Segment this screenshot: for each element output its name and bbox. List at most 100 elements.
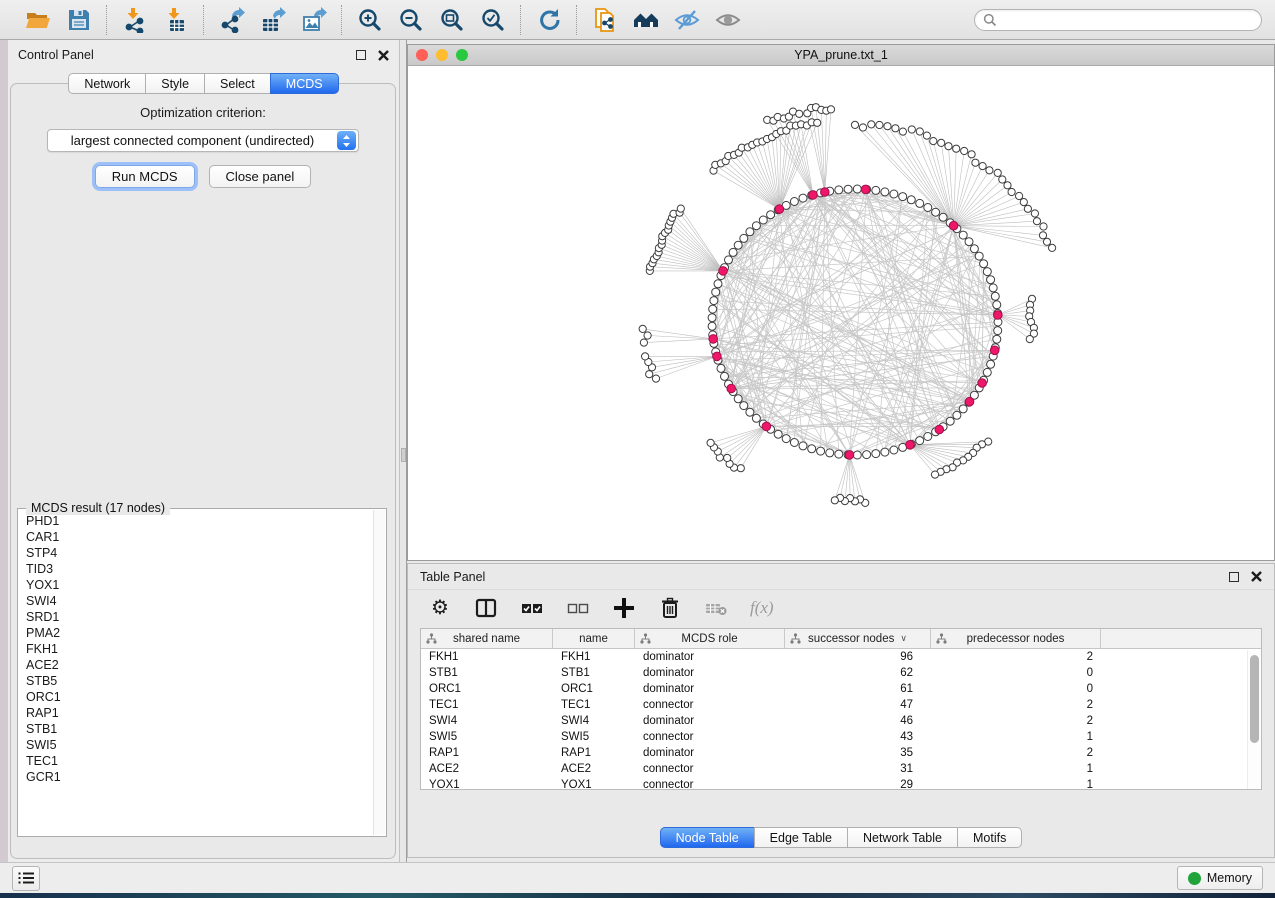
cell[interactable]: 2 <box>931 649 1101 665</box>
cell[interactable]: connector <box>635 729 785 745</box>
deselect-all-icon[interactable] <box>566 596 590 620</box>
cell[interactable]: STB1 <box>421 665 553 681</box>
cell[interactable]: dominator <box>635 713 785 729</box>
mcds-result-item[interactable]: STP4 <box>22 545 372 561</box>
memory-button[interactable]: Memory <box>1177 866 1263 890</box>
tab-select[interactable]: Select <box>204 73 271 94</box>
cell[interactable]: 1 <box>931 777 1101 790</box>
delete-row-icon[interactable] <box>658 596 682 620</box>
show-graphics-details-icon[interactable] <box>714 6 741 33</box>
task-history-button[interactable] <box>12 866 40 891</box>
import-table-icon[interactable] <box>162 6 189 33</box>
cell[interactable]: STB1 <box>553 665 635 681</box>
refresh-icon[interactable] <box>535 6 562 33</box>
mcds-result-item[interactable]: SWI5 <box>22 737 372 753</box>
float-table-panel-icon[interactable] <box>1229 572 1239 582</box>
cell[interactable]: ACE2 <box>553 761 635 777</box>
tab-motifs[interactable]: Motifs <box>957 827 1022 848</box>
table-row[interactable]: ORC1ORC1dominator610 <box>421 681 1261 697</box>
tab-network[interactable]: Network <box>68 73 146 94</box>
cell[interactable]: 1 <box>931 761 1101 777</box>
cell[interactable]: RAP1 <box>421 745 553 761</box>
export-image-icon[interactable] <box>300 6 327 33</box>
cell[interactable]: TEC1 <box>421 697 553 713</box>
zoom-out-icon[interactable] <box>397 6 424 33</box>
mcds-result-item[interactable]: FKH1 <box>22 641 372 657</box>
cell[interactable]: 0 <box>931 681 1101 697</box>
select-all-icon[interactable] <box>520 596 544 620</box>
cell[interactable]: SWI4 <box>421 713 553 729</box>
table-row[interactable]: FKH1FKH1dominator962 <box>421 649 1261 665</box>
table-row[interactable]: SWI5SWI5connector431 <box>421 729 1261 745</box>
column-header-successor-nodes[interactable]: successor nodes∨ <box>785 629 931 648</box>
column-header-name[interactable]: name <box>553 629 635 648</box>
mcds-list-scrollbar[interactable] <box>373 510 385 835</box>
cell[interactable]: 1 <box>931 729 1101 745</box>
show-column-icon[interactable] <box>474 596 498 620</box>
network-overview-icon[interactable] <box>632 6 659 33</box>
mcds-result-item[interactable]: PMA2 <box>22 625 372 641</box>
add-row-icon[interactable] <box>612 596 636 620</box>
cell[interactable]: dominator <box>635 681 785 697</box>
network-graph[interactable] <box>408 66 1274 560</box>
network-window-titlebar[interactable]: YPA_prune.txt_1 <box>408 45 1274 66</box>
table-row[interactable]: YOX1YOX1connector291 <box>421 777 1261 790</box>
zoom-selected-icon[interactable] <box>479 6 506 33</box>
table-row[interactable]: RAP1RAP1dominator352 <box>421 745 1261 761</box>
cell[interactable]: 47 <box>785 697 931 713</box>
cell[interactable]: SWI5 <box>553 729 635 745</box>
cell[interactable]: SWI4 <box>553 713 635 729</box>
tab-style[interactable]: Style <box>145 73 205 94</box>
cell[interactable]: 43 <box>785 729 931 745</box>
mcds-result-item[interactable]: GCR1 <box>22 769 372 785</box>
export-network-icon[interactable] <box>218 6 245 33</box>
cell[interactable]: ORC1 <box>553 681 635 697</box>
cell[interactable]: FKH1 <box>421 649 553 665</box>
table-scrollbar[interactable] <box>1247 650 1261 789</box>
mcds-result-item[interactable]: ORC1 <box>22 689 372 705</box>
cell[interactable]: YOX1 <box>553 777 635 790</box>
cell[interactable]: 29 <box>785 777 931 790</box>
mcds-result-item[interactable]: RAP1 <box>22 705 372 721</box>
search-box[interactable] <box>974 9 1262 31</box>
mcds-result-item[interactable]: STB5 <box>22 673 372 689</box>
mcds-result-item[interactable]: SWI4 <box>22 593 372 609</box>
cell[interactable]: dominator <box>635 649 785 665</box>
close-table-panel-icon[interactable] <box>1251 571 1262 582</box>
tab-network-table[interactable]: Network Table <box>847 827 958 848</box>
cell[interactable]: 2 <box>931 745 1101 761</box>
table-scrollbar-thumb[interactable] <box>1250 655 1259 743</box>
splitter-grip[interactable] <box>401 448 406 462</box>
mcds-result-item[interactable]: STB1 <box>22 721 372 737</box>
column-header-MCDS-role[interactable]: MCDS role <box>635 629 785 648</box>
cell[interactable]: 31 <box>785 761 931 777</box>
cell[interactable]: dominator <box>635 745 785 761</box>
mcds-result-item[interactable]: ACE2 <box>22 657 372 673</box>
cell[interactable]: 96 <box>785 649 931 665</box>
table-row[interactable]: TEC1TEC1connector472 <box>421 697 1261 713</box>
close-panel-icon[interactable] <box>378 50 389 61</box>
mcds-result-item[interactable]: TEC1 <box>22 753 372 769</box>
cell[interactable]: 2 <box>931 697 1101 713</box>
table-row[interactable]: ACE2ACE2connector311 <box>421 761 1261 777</box>
cell[interactable]: RAP1 <box>553 745 635 761</box>
tab-node-table[interactable]: Node Table <box>660 827 755 848</box>
cell[interactable]: 35 <box>785 745 931 761</box>
cell[interactable]: connector <box>635 697 785 713</box>
panel-splitter[interactable] <box>400 40 407 862</box>
cell[interactable]: YOX1 <box>421 777 553 790</box>
cell[interactable]: 62 <box>785 665 931 681</box>
mcds-result-item[interactable]: CAR1 <box>22 529 372 545</box>
cell[interactable]: 0 <box>931 665 1101 681</box>
mcds-result-item[interactable]: YOX1 <box>22 577 372 593</box>
mcds-result-item[interactable]: TID3 <box>22 561 372 577</box>
close-panel-button[interactable]: Close panel <box>209 165 312 188</box>
tab-edge-table[interactable]: Edge Table <box>754 827 848 848</box>
column-header-shared-name[interactable]: shared name <box>421 629 553 648</box>
import-network-icon[interactable] <box>121 6 148 33</box>
criterion-select[interactable]: largest connected component (undirected) <box>47 129 359 152</box>
column-header-predecessor-nodes[interactable]: predecessor nodes <box>931 629 1101 648</box>
cell[interactable]: dominator <box>635 665 785 681</box>
cell[interactable]: SWI5 <box>421 729 553 745</box>
cell[interactable]: 61 <box>785 681 931 697</box>
